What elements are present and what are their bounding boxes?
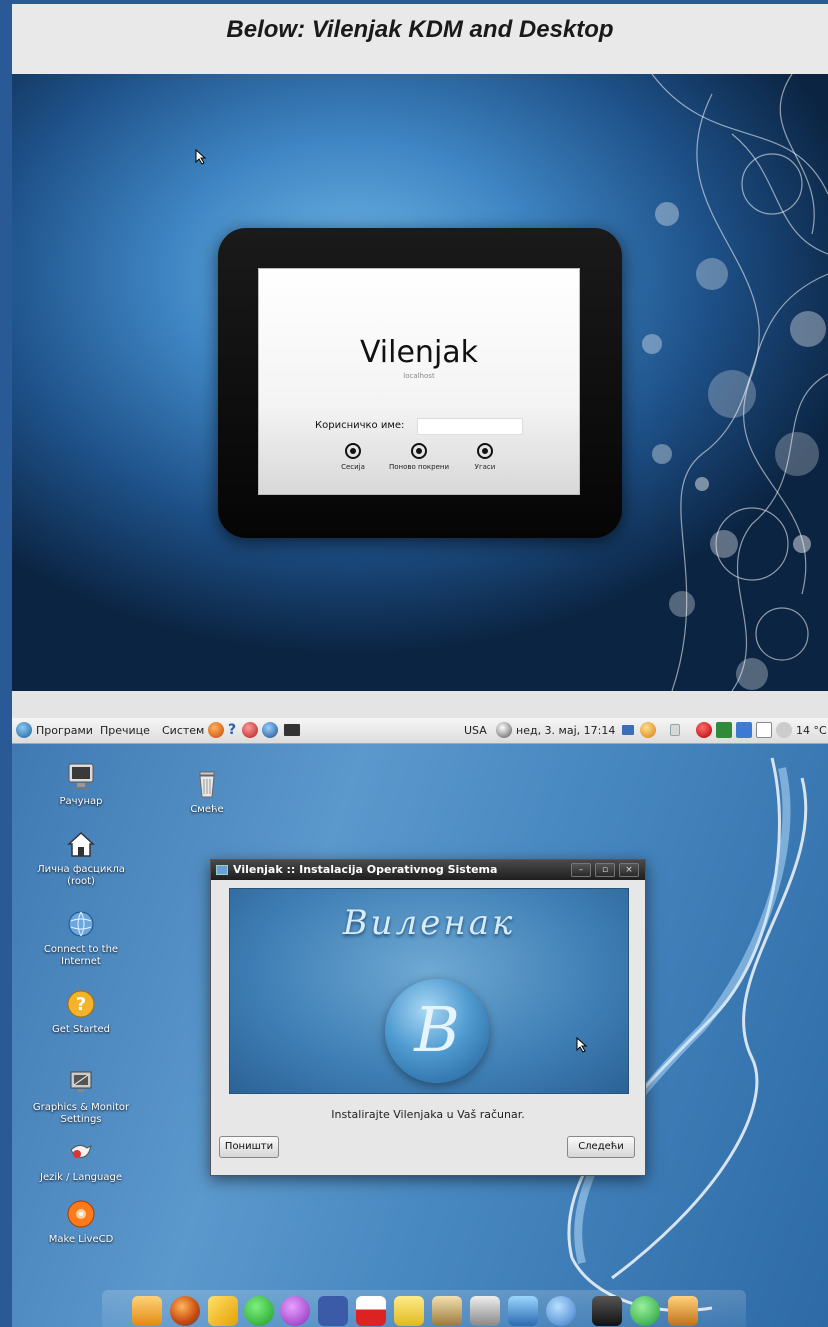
monitor-icon — [70, 1071, 92, 1092]
close-button[interactable]: × — [619, 863, 639, 877]
dock — [102, 1290, 746, 1327]
login-dialog: Vilenjak localhost Корисничко име: Сесиј… — [258, 268, 580, 495]
facebook-icon[interactable] — [318, 1296, 348, 1326]
username-label: Корисничко име: — [315, 420, 405, 431]
installer-titlebar[interactable]: Vilenjak :: Instalacija Operativnog Sist… — [211, 860, 645, 880]
mouse-cursor-icon — [576, 1037, 588, 1053]
firefox-icon[interactable] — [170, 1296, 200, 1326]
menu-shortcuts[interactable]: Пречице — [100, 724, 150, 737]
help-icon: ? — [67, 990, 95, 1018]
settings-icon[interactable] — [470, 1296, 500, 1326]
terminal-launcher-icon[interactable] — [284, 724, 300, 736]
main-menu-icon[interactable] — [16, 722, 32, 738]
installer-logo-letter: B — [414, 993, 460, 1066]
svg-text:?: ? — [76, 994, 86, 1015]
video-icon[interactable] — [668, 1296, 698, 1326]
temperature: 14 °C — [796, 724, 827, 737]
folder-icon[interactable] — [394, 1296, 424, 1326]
desktop-icon-get-started[interactable]: ? Get Started — [26, 988, 136, 1036]
mouse-cursor-icon — [195, 149, 207, 165]
youtube-icon[interactable] — [356, 1296, 386, 1326]
desktop-icon-trash[interactable]: Смеће — [152, 768, 262, 816]
installer-logo-icon: B — [385, 979, 489, 1083]
minimize-button[interactable]: – — [571, 863, 591, 877]
volume-icon[interactable] — [496, 722, 512, 738]
photos-icon[interactable] — [508, 1296, 538, 1326]
media-player-icon[interactable] — [630, 1296, 660, 1326]
cancel-button[interactable]: Поништи — [219, 1136, 279, 1158]
network-icon[interactable] — [622, 725, 634, 735]
restart-button-label: Поново покрени — [389, 463, 450, 471]
installer-message: Instalirajte Vilenjaka u Vaš računar. — [331, 1108, 525, 1121]
session-icon — [345, 443, 361, 459]
desktop-icon-language[interactable]: Jezik / Language — [26, 1136, 136, 1184]
chat-launcher-icon[interactable] — [242, 722, 258, 738]
cd-icon — [67, 1200, 95, 1228]
caption-bar: Below: Vilenjak KDM and Desktop — [12, 4, 828, 74]
caption-text: Below: Vilenjak KDM and Desktop — [226, 16, 614, 43]
temperature-icon — [776, 722, 792, 738]
installer-logo-text: Виленак — [342, 903, 516, 943]
login-hostname: localhost — [403, 372, 435, 380]
firefox-launcher-icon[interactable] — [208, 722, 224, 738]
next-button[interactable]: Следећи — [567, 1136, 635, 1158]
username-input[interactable] — [417, 418, 523, 435]
clock[interactable]: нед, 3. мај, 17:14 — [516, 724, 615, 737]
restart-button[interactable]: Поново покрени — [389, 443, 449, 472]
keyboard-layout[interactable]: USA — [464, 724, 487, 737]
weather-icon[interactable] — [640, 722, 656, 738]
menu-programs[interactable]: Програми — [36, 724, 93, 737]
trash-icon — [199, 771, 215, 798]
computer-icon — [68, 763, 94, 789]
globe-icon — [68, 911, 94, 937]
screenshot-frame: Below: Vilenjak KDM and Desktop Vilenjak… — [0, 0, 828, 1327]
shutdown-button[interactable]: Угаси — [455, 443, 515, 472]
screenshot-tool-icon[interactable] — [716, 722, 732, 738]
help-launcher-icon[interactable]: ? — [228, 722, 236, 738]
desktop-icon-home[interactable]: Лична фасцикла (root) — [26, 828, 136, 888]
install-icon[interactable] — [592, 1296, 622, 1326]
restart-icon — [411, 443, 427, 459]
installer-window: Vilenjak :: Instalacija Operativnog Sist… — [210, 859, 646, 1176]
kdm-login-screen: Vilenjak localhost Корисничко име: Сесиј… — [12, 74, 828, 691]
globe-launcher-icon[interactable] — [262, 722, 278, 738]
skype-icon[interactable] — [244, 1296, 274, 1326]
gimp-icon[interactable] — [432, 1296, 462, 1326]
login-dialog-frame: Vilenjak localhost Корисничко име: Сесиј… — [218, 228, 622, 538]
desktop-screen: Програми Пречице Систем ? USA нед, 3. ма… — [12, 718, 828, 1327]
shutdown-button-label: Угаси — [474, 463, 496, 471]
app-icon — [216, 865, 228, 875]
desktop-icon-graphics-settings[interactable]: Graphics & Monitor Settings — [26, 1066, 136, 1126]
menu-system[interactable]: Систем — [162, 724, 204, 737]
desktop-icon-internet[interactable]: Connect to the Internet — [26, 908, 136, 968]
installer-title: Vilenjak :: Instalacija Operativnog Sist… — [233, 863, 498, 876]
shutdown-icon — [477, 443, 493, 459]
power-icon[interactable] — [696, 722, 712, 738]
maximize-button[interactable]: ▫ — [595, 863, 615, 877]
mail-icon[interactable] — [208, 1296, 238, 1326]
installer-banner: Виленак B — [229, 888, 629, 1094]
music-icon[interactable] — [546, 1296, 576, 1326]
display-icon[interactable] — [736, 722, 752, 738]
pidgin-icon[interactable] — [280, 1296, 310, 1326]
files-icon[interactable] — [132, 1296, 162, 1326]
desktop-icon-computer[interactable]: Рачунар — [26, 760, 136, 808]
battery-icon[interactable] — [670, 724, 680, 736]
home-icon — [67, 831, 95, 857]
session-button-label: Сесија — [341, 463, 365, 471]
language-icon — [70, 1144, 92, 1158]
top-panel: Програми Пречице Систем ? USA нед, 3. ма… — [12, 718, 828, 744]
clipboard-icon[interactable] — [756, 722, 772, 738]
session-button[interactable]: Сесија — [323, 443, 383, 472]
login-title: Vilenjak — [359, 335, 479, 370]
desktop-icon-make-livecd[interactable]: Make LiveCD — [26, 1198, 136, 1246]
